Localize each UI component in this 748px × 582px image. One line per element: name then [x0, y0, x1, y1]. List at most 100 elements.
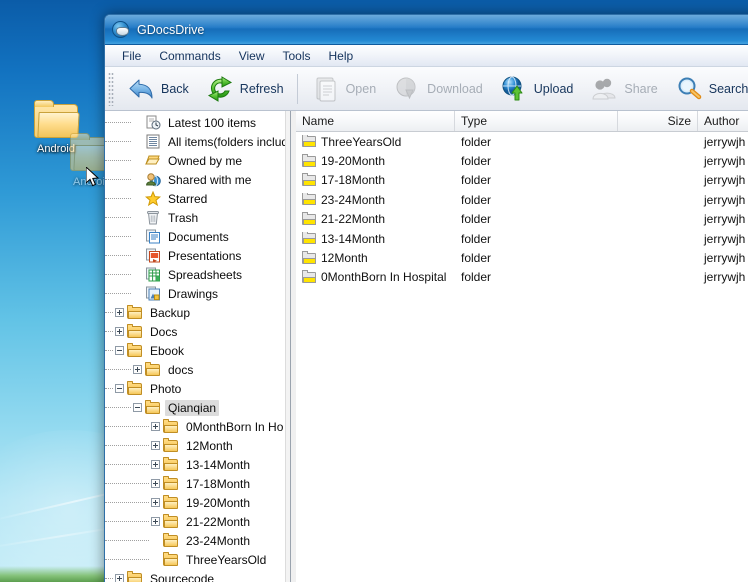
expand-icon[interactable]: [151, 517, 160, 526]
toolbar-refresh-button[interactable]: Refresh: [197, 70, 292, 108]
tree-node-label: 17-18Month: [186, 476, 251, 491]
folder-icon: [145, 400, 161, 415]
table-row[interactable]: 13-14Month folder jerrywjh: [296, 229, 748, 248]
folder-icon: [302, 173, 317, 187]
file-name-label: 13-14Month: [321, 231, 386, 246]
toolbar-search-button[interactable]: Search: [666, 70, 748, 108]
table-row[interactable]: 12Month folder jerrywjh: [296, 248, 748, 267]
tree-node-drawings[interactable]: Drawings: [105, 284, 290, 303]
upload-icon: [499, 74, 529, 104]
expand-icon[interactable]: [133, 365, 142, 374]
menu-help[interactable]: Help: [320, 47, 363, 65]
file-name-label: 17-18Month: [321, 173, 386, 188]
expand-icon[interactable]: [151, 441, 160, 450]
expand-icon[interactable]: [115, 327, 124, 336]
tree-node-label: Latest 100 items: [168, 115, 257, 130]
menu-commands[interactable]: Commands: [150, 47, 229, 65]
toolbar-download-button[interactable]: Download: [384, 70, 491, 108]
tree-vertical-scrollbar[interactable]: [285, 111, 290, 582]
tree-node-docs[interactable]: Docs: [105, 322, 290, 341]
folder-icon: [145, 362, 161, 377]
tree-node-owned-by-me[interactable]: Owned by me: [105, 151, 290, 170]
tree-node-0monthborn-in-ho[interactable]: 0MonthBorn In Ho: [105, 417, 290, 436]
table-row[interactable]: 17-18Month folder jerrywjh: [296, 171, 748, 190]
table-row[interactable]: ThreeYearsOld folder jerrywjh: [296, 132, 748, 151]
tree-node-starred[interactable]: Starred: [105, 189, 290, 208]
toolbar-search-label: Search: [708, 81, 748, 96]
tree-node-qianqian[interactable]: Qianqian: [105, 398, 290, 417]
tree-node-spreadsheets[interactable]: Spreadsheets: [105, 265, 290, 284]
tree-node-23-24month[interactable]: 23-24Month: [105, 531, 290, 550]
collapse-icon[interactable]: [115, 346, 124, 355]
tree-indent-guide: [105, 426, 149, 427]
tree-node-label: Trash: [168, 210, 199, 225]
menu-file[interactable]: File: [113, 47, 150, 65]
tree-node-sourcecode[interactable]: Sourcecode: [105, 569, 290, 582]
tree-node-threeyearsold[interactable]: ThreeYearsOld: [105, 550, 290, 569]
toolbar-download-label: Download: [427, 81, 483, 96]
tree-node-shared-with-me[interactable]: Shared with me: [105, 170, 290, 189]
expand-icon[interactable]: [115, 308, 124, 317]
column-header-name[interactable]: Name: [296, 111, 455, 131]
toolbar-share-label: Share: [624, 81, 658, 96]
expand-icon[interactable]: [115, 574, 124, 582]
toolbar-open-button[interactable]: Open: [303, 70, 385, 108]
tree-node-21-22month[interactable]: 21-22Month: [105, 512, 290, 531]
toolbar-gripper[interactable]: [108, 71, 114, 106]
tree-indent-guide: [105, 350, 113, 351]
wallpaper-grass: [0, 566, 112, 582]
toolbar-upload-button[interactable]: Upload: [491, 70, 582, 108]
folder-icon: [302, 212, 317, 226]
tree-node-19-20month[interactable]: 19-20Month: [105, 493, 290, 512]
tree-node-ebook[interactable]: Ebook: [105, 341, 290, 360]
tree-node-presentations[interactable]: Presentations: [105, 246, 290, 265]
tree-node-trash[interactable]: Trash: [105, 208, 290, 227]
tree-node-documents[interactable]: Documents: [105, 227, 290, 246]
tree-node-13-14month[interactable]: 13-14Month: [105, 455, 290, 474]
tree-node-label: 0MonthBorn In Ho: [186, 419, 284, 434]
expand-icon[interactable]: [151, 498, 160, 507]
toolbar-back-button[interactable]: Back: [118, 70, 197, 108]
tree-node-label: 23-24Month: [186, 533, 251, 548]
tree-node-backup[interactable]: Backup: [105, 303, 290, 322]
folder-icon: [302, 251, 317, 265]
tree-node-12month[interactable]: 12Month: [105, 436, 290, 455]
tree-node-docs[interactable]: docs: [105, 360, 290, 379]
file-name-label: 23-24Month: [321, 192, 386, 207]
table-row[interactable]: 23-24Month folder jerrywjh: [296, 190, 748, 209]
window-titlebar[interactable]: GDocsDrive: [105, 15, 748, 45]
tree-node-photo[interactable]: Photo: [105, 379, 290, 398]
column-header-size[interactable]: Size: [618, 111, 698, 131]
folder-tree-pane[interactable]: Latest 100 items All items(folders includ…: [105, 111, 291, 582]
tree-node-latest-100-items[interactable]: Latest 100 items: [105, 113, 290, 132]
tree-node-label: 21-22Month: [186, 514, 251, 529]
cell-type: folder: [461, 251, 492, 266]
expand-icon[interactable]: [151, 479, 160, 488]
column-header-type[interactable]: Type: [455, 111, 618, 131]
star-icon: [144, 190, 162, 207]
collapse-icon[interactable]: [115, 384, 124, 393]
cell-author: jerrywjh: [704, 192, 746, 207]
tree-node-17-18month[interactable]: 17-18Month: [105, 474, 290, 493]
collapse-icon[interactable]: [133, 403, 142, 412]
toolbar-share-button[interactable]: Share: [581, 70, 665, 108]
file-name-label: 0MonthBorn In Hospital: [321, 270, 447, 285]
column-header-author[interactable]: Author: [698, 111, 748, 131]
table-row[interactable]: 21-22Month folder jerrywjh: [296, 210, 748, 229]
table-row[interactable]: 0MonthBorn In Hospital folder jerrywjh: [296, 268, 748, 287]
table-row[interactable]: 19-20Month folder jerrywjh: [296, 151, 748, 170]
tree-node-all-items-folders-included[interactable]: All items(folders included: [105, 132, 290, 151]
tree-indent-guide: [105, 578, 113, 579]
tree-indent-guide: [105, 521, 149, 522]
expand-icon[interactable]: [151, 422, 160, 431]
expand-icon[interactable]: [151, 460, 160, 469]
folder-icon: [163, 514, 179, 529]
menu-tools[interactable]: Tools: [274, 47, 320, 65]
toolbar-separator: [296, 73, 298, 104]
folder-icon: [163, 533, 179, 548]
menu-view[interactable]: View: [230, 47, 274, 65]
